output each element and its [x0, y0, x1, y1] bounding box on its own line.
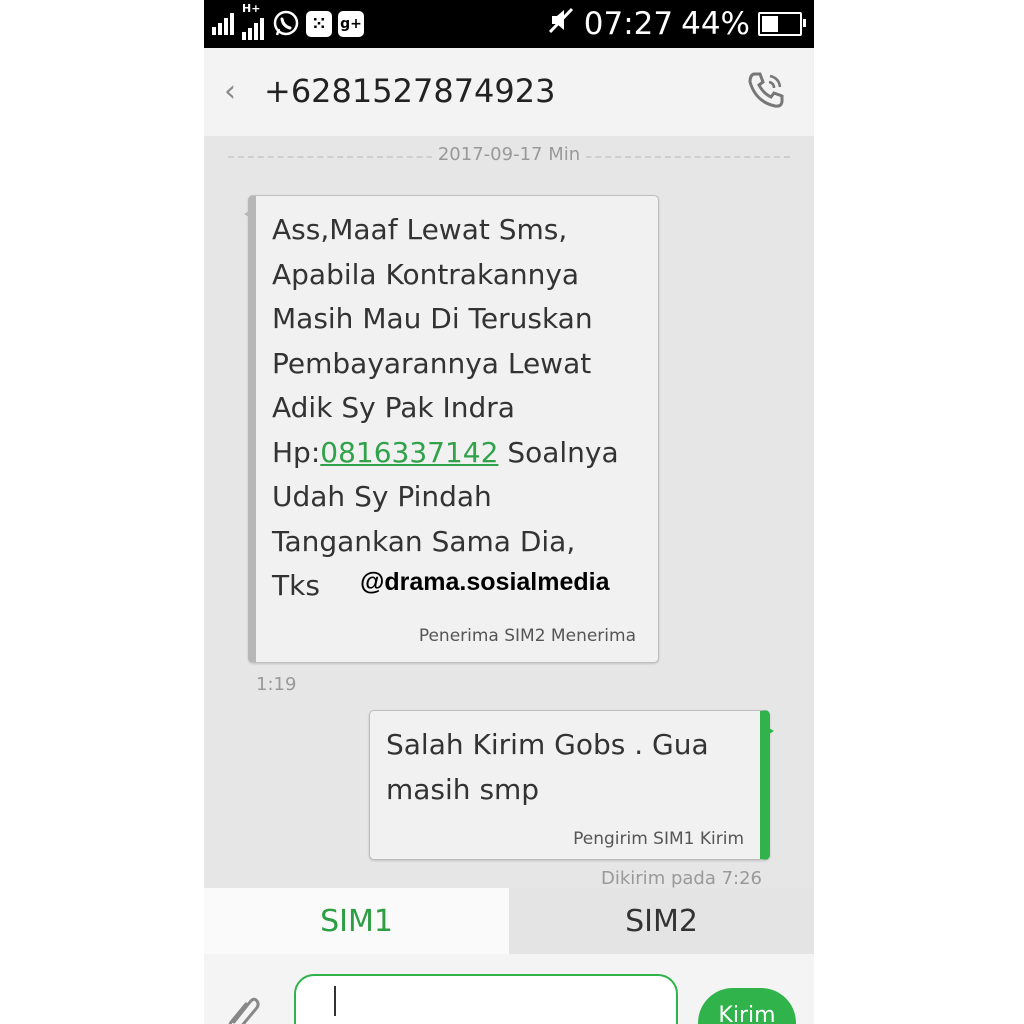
- incoming-message-text: Ass,Maaf Lewat Sms, Apabila Kontrakannya…: [272, 208, 654, 609]
- date-label: 2017-09-17 Min: [431, 144, 587, 165]
- message-text-part: Ass,Maaf Lewat Sms, Apabila Kontrakannya…: [272, 213, 593, 469]
- send-button[interactable]: Kirim: [698, 988, 796, 1024]
- sent-info: Dikirim pada 7:26: [601, 868, 762, 889]
- battery-fill: [762, 16, 778, 32]
- contact-number: +6281527874923: [264, 72, 556, 110]
- watermark: @drama.sosialmedia: [360, 568, 610, 596]
- incoming-message-bubble[interactable]: Ass,Maaf Lewat Sms, Apabila Kontrakannya…: [244, 195, 659, 663]
- sim-tabs: SIM1 SIM2: [204, 888, 814, 954]
- text-caret: [334, 986, 336, 1016]
- status-right: 07:27 44%: [546, 4, 806, 44]
- mute-icon: [546, 5, 576, 43]
- outgoing-message-bubble[interactable]: Salah Kirim Gobs . Gua masih smp Pengiri…: [369, 710, 774, 860]
- outgoing-message-text: Salah Kirim Gobs . Gua masih smp: [386, 728, 709, 806]
- clock: 07:27: [583, 6, 674, 42]
- signal-icon: [212, 13, 236, 35]
- composer: Kirim: [204, 954, 814, 1024]
- notification-icons: H+ ⁙ g+: [212, 2, 364, 40]
- incoming-time: 1:19: [256, 674, 297, 695]
- google-plus-icon: g+: [338, 11, 364, 37]
- date-divider: 2017-09-17 Min: [228, 144, 790, 172]
- tab-sim2[interactable]: SIM2: [509, 888, 814, 954]
- messaging-screen: H+ ⁙ g+ 07:27 44% ‹ +6281527874923 2017-…: [204, 0, 814, 1024]
- bbm-icon: ⁙: [306, 11, 332, 37]
- whatsapp-icon: [272, 10, 300, 38]
- battery-percent: 44%: [681, 6, 750, 42]
- hplus-label: H+: [242, 2, 261, 15]
- call-icon[interactable]: [744, 68, 788, 112]
- battery-icon: [758, 12, 806, 36]
- conversation-header: ‹ +6281527874923: [204, 48, 814, 136]
- attachment-icon[interactable]: [226, 992, 260, 1024]
- phone-number-link[interactable]: 0816337142: [320, 436, 498, 469]
- status-bar: H+ ⁙ g+ 07:27 44%: [204, 0, 814, 48]
- hplus-signal-icon: H+: [242, 2, 266, 40]
- incoming-status: Penerima SIM2 Menerima: [418, 626, 636, 646]
- outgoing-status: Pengirim SIM1 Kirim: [573, 829, 744, 849]
- back-chevron-icon[interactable]: ‹: [224, 74, 236, 109]
- tab-sim1[interactable]: SIM1: [204, 888, 509, 954]
- message-input[interactable]: [294, 974, 678, 1024]
